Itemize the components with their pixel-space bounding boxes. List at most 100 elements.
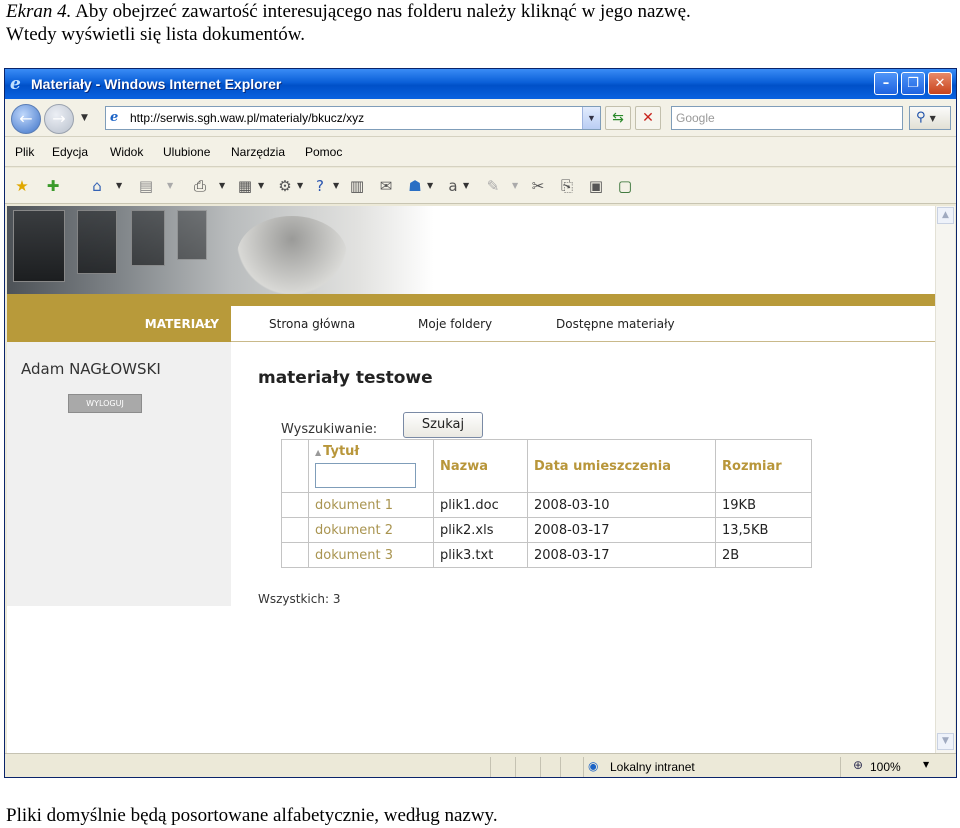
url-text: http://serwis.sgh.waw.pl/materialy/bkucz…	[130, 111, 365, 125]
documents-table: ▲ Tytuł Nazwa Data umieszczenia Rozmiar d…	[281, 439, 812, 568]
zoom-level[interactable]: 100%	[870, 760, 901, 774]
edit-dropdown-icon[interactable]: ▼	[512, 181, 518, 190]
page-dropdown-icon[interactable]: ▼	[258, 181, 264, 190]
date-cell: 2008-03-17	[527, 542, 716, 568]
banner-monitor-shape	[77, 210, 117, 274]
date-cell: 2008-03-17	[527, 517, 716, 543]
document-link[interactable]: dokument 3	[308, 542, 434, 568]
caption-line-1: Aby obejrzeć zawartość interesującego na…	[75, 1, 691, 22]
user-name: Adam NAGŁOWSKI	[21, 360, 161, 378]
home-icon[interactable]: ⌂	[87, 176, 107, 196]
messenger-dropdown-icon[interactable]: ▼	[427, 181, 433, 190]
cut-icon[interactable]: ✂	[528, 176, 548, 196]
intranet-zone-icon: ◉	[588, 759, 599, 773]
page-icon[interactable]: ▦	[235, 176, 255, 196]
menu-file[interactable]: Plik	[15, 145, 34, 159]
document-link[interactable]: dokument 2	[308, 517, 434, 543]
zoom-magnifier-icon[interactable]: ⊕	[853, 758, 863, 772]
nav-item-my-folders[interactable]: Moje foldery	[418, 317, 492, 331]
file-name-cell: plik2.xls	[433, 517, 528, 543]
print-icon[interactable]: ⎙	[190, 176, 210, 196]
encoding-dropdown-icon[interactable]: ▼	[463, 181, 469, 190]
menu-view[interactable]: Widok	[110, 145, 143, 159]
nav-item-available-materials[interactable]: Dostępne materiały	[556, 317, 675, 331]
feeds-dropdown-icon[interactable]: ▼	[167, 181, 173, 190]
refresh-button[interactable]: ⇆	[605, 106, 631, 130]
column-header-title-label: Tytuł	[323, 444, 360, 459]
column-header-title[interactable]: ▲ Tytuł	[308, 439, 434, 493]
status-divider	[540, 757, 541, 777]
feeds-icon[interactable]: ▤	[136, 176, 156, 196]
history-dropdown-icon[interactable]: ▼	[81, 113, 88, 123]
paste-icon[interactable]: ▣	[586, 176, 606, 196]
menu-tools[interactable]: Narzędzia	[231, 145, 285, 159]
title-filter-input[interactable]	[315, 463, 416, 488]
address-bar[interactable]: e http://serwis.sgh.waw.pl/materialy/bku…	[105, 106, 601, 130]
zoom-dropdown-icon[interactable]: ▼	[923, 760, 929, 769]
nav-item-materialy[interactable]: MATERIAŁY	[7, 306, 231, 342]
table-cell-blank	[281, 492, 309, 518]
maximize-button[interactable]: ❐	[901, 72, 925, 95]
favorites-star-icon[interactable]: ★	[12, 176, 32, 196]
size-cell: 2B	[715, 542, 812, 568]
status-divider	[560, 757, 561, 777]
menu-edit[interactable]: Edycja	[52, 145, 88, 159]
research-icon[interactable]: ▥	[347, 176, 367, 196]
address-toolbar: ← → ▼ e http://serwis.sgh.waw.pl/materia…	[5, 99, 956, 137]
status-bar: ◉ Lokalny intranet ⊕ 100% ▼	[5, 753, 956, 777]
window-title: Materiały - Windows Internet Explorer	[31, 76, 282, 92]
tools-dropdown-icon[interactable]: ▼	[297, 181, 303, 190]
help-icon[interactable]: ?	[310, 176, 330, 196]
column-header-date[interactable]: Data umieszczenia	[527, 439, 716, 493]
add-favorite-icon[interactable]: ✚	[43, 176, 63, 196]
site-navigation: MATERIAŁY Strona główna Moje foldery Dos…	[7, 306, 935, 342]
back-button[interactable]: ←	[11, 104, 41, 134]
site-banner-image	[7, 206, 935, 294]
page-viewport: MATERIAŁY Strona główna Moje foldery Dos…	[7, 206, 935, 753]
column-header-size[interactable]: Rozmiar	[715, 439, 812, 493]
banner-monitor-shape	[13, 210, 65, 282]
stop-button[interactable]: ✕	[635, 106, 661, 130]
search-placeholder: Google	[676, 111, 715, 125]
search-button[interactable]: Szukaj	[403, 412, 483, 438]
address-dropdown-icon[interactable]: ▼	[582, 107, 600, 129]
home-dropdown-icon[interactable]: ▼	[116, 181, 122, 190]
vertical-scrollbar[interactable]: ▲ ▼	[935, 206, 955, 753]
search-go-button[interactable]: ⚲ ▼	[909, 106, 951, 130]
encoding-icon[interactable]: a	[443, 176, 463, 196]
page-icon: e	[110, 110, 119, 125]
menu-help[interactable]: Pomoc	[305, 145, 342, 159]
table-row: dokument 3 plik3.txt 2008-03-17 2B	[281, 542, 812, 568]
table-cell-blank	[281, 517, 309, 543]
minimize-button[interactable]: –	[874, 72, 898, 95]
security-zone[interactable]: Lokalny intranet	[610, 760, 695, 774]
status-divider	[840, 757, 841, 777]
scroll-down-icon[interactable]: ▼	[937, 733, 954, 750]
size-cell: 19KB	[715, 492, 812, 518]
menu-favorites[interactable]: Ulubione	[163, 145, 210, 159]
close-button[interactable]: ✕	[928, 72, 952, 95]
file-name-cell: plik1.doc	[433, 492, 528, 518]
edit-pencil-icon[interactable]: ✎	[483, 176, 503, 196]
title-bar: e Materiały - Windows Internet Explorer …	[5, 69, 956, 99]
banner-person-shape	[237, 216, 347, 294]
document-caption: Ekran 4. Aby obejrzeć zawartość interesu…	[6, 0, 956, 46]
copy-icon[interactable]: ⎘	[557, 176, 577, 196]
messenger-icon[interactable]: ☗	[405, 176, 425, 196]
mail-icon[interactable]: ✉	[376, 176, 396, 196]
tools-gear-icon[interactable]: ⚙	[275, 176, 295, 196]
menu-bar: Plik Edycja Widok Ulubione Narzędzia Pom…	[5, 137, 956, 167]
page-title: materiały testowe	[258, 368, 433, 388]
nav-item-home[interactable]: Strona główna	[269, 317, 355, 331]
column-header-name[interactable]: Nazwa	[433, 439, 528, 493]
help-dropdown-icon[interactable]: ▼	[333, 181, 339, 190]
document-link[interactable]: dokument 1	[308, 492, 434, 518]
scroll-up-icon[interactable]: ▲	[937, 207, 954, 224]
forward-button[interactable]: →	[44, 104, 74, 134]
print-dropdown-icon[interactable]: ▼	[219, 181, 225, 190]
logout-button[interactable]: WYLOGUJ	[68, 394, 142, 413]
table-header-row: ▲ Tytuł Nazwa Data umieszczenia Rozmiar	[281, 439, 812, 493]
table-cell-blank	[281, 542, 309, 568]
fullscreen-icon[interactable]: ▢	[615, 176, 635, 196]
search-input[interactable]: Google	[671, 106, 903, 130]
